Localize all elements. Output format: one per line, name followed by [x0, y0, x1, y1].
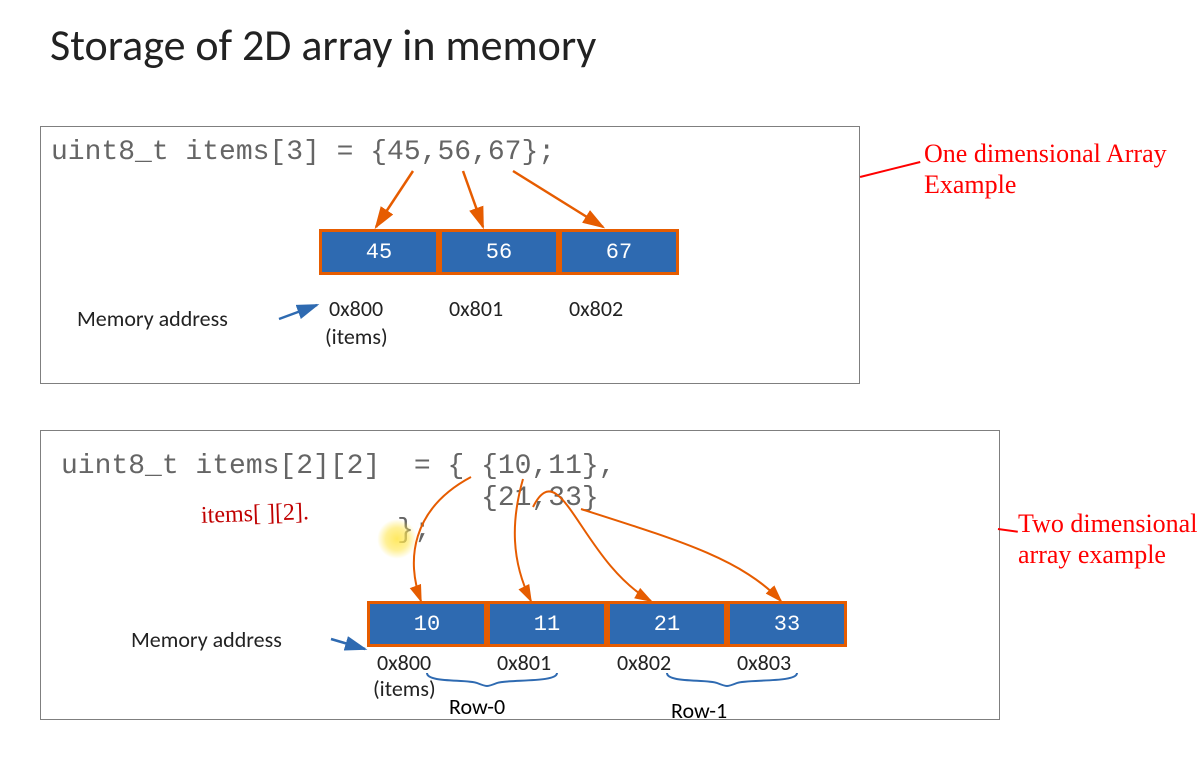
example-2d-panel: uint8_t items[2][2] = { {10,11}, {21,33}…	[40, 430, 1000, 720]
code-2d-line2: {21,33}	[61, 483, 599, 514]
cell-0: 45	[319, 229, 439, 275]
code-1d: uint8_t items[3] = {45,56,67};	[51, 137, 555, 168]
callout-1d: One dimensional Array Example	[924, 138, 1167, 200]
addr-0: 0x800	[323, 295, 443, 322]
cursor-highlight	[377, 519, 417, 559]
callout-2d: Two dimensional array example	[1018, 508, 1197, 570]
cell2-1: 11	[487, 601, 607, 647]
items-note-1: (items)	[325, 323, 388, 350]
memory-address-label-2: Memory address	[131, 626, 282, 653]
example-1d-panel: uint8_t items[3] = {45,56,67}; 45 56 67 …	[40, 126, 860, 384]
code-2d-line1: uint8_t items[2][2] = { {10,11},	[61, 451, 616, 482]
cell-2: 67	[559, 229, 679, 275]
cell2-2: 21	[607, 601, 727, 647]
row-braces	[367, 669, 867, 709]
row-0-label: Row-0	[449, 693, 505, 720]
cell2-3: 33	[727, 601, 847, 647]
callout-2d-line	[998, 528, 1018, 532]
cell2-0: 10	[367, 601, 487, 647]
cells-1d: 45 56 67	[319, 229, 679, 275]
addr-2: 0x802	[563, 295, 683, 322]
memory-address-label-1: Memory address	[77, 305, 228, 332]
callout-1d-line	[860, 161, 921, 177]
addr-1: 0x801	[443, 295, 563, 322]
handwriting-annotation: items[ ][2].	[201, 499, 310, 530]
cells-2d: 10 11 21 33	[367, 601, 847, 647]
row-1-label: Row-1	[671, 697, 727, 724]
slide-title: Storage of 2D array in memory	[50, 18, 1200, 72]
cell-1: 56	[439, 229, 559, 275]
addresses-1d: 0x800 0x801 0x802	[323, 295, 683, 322]
